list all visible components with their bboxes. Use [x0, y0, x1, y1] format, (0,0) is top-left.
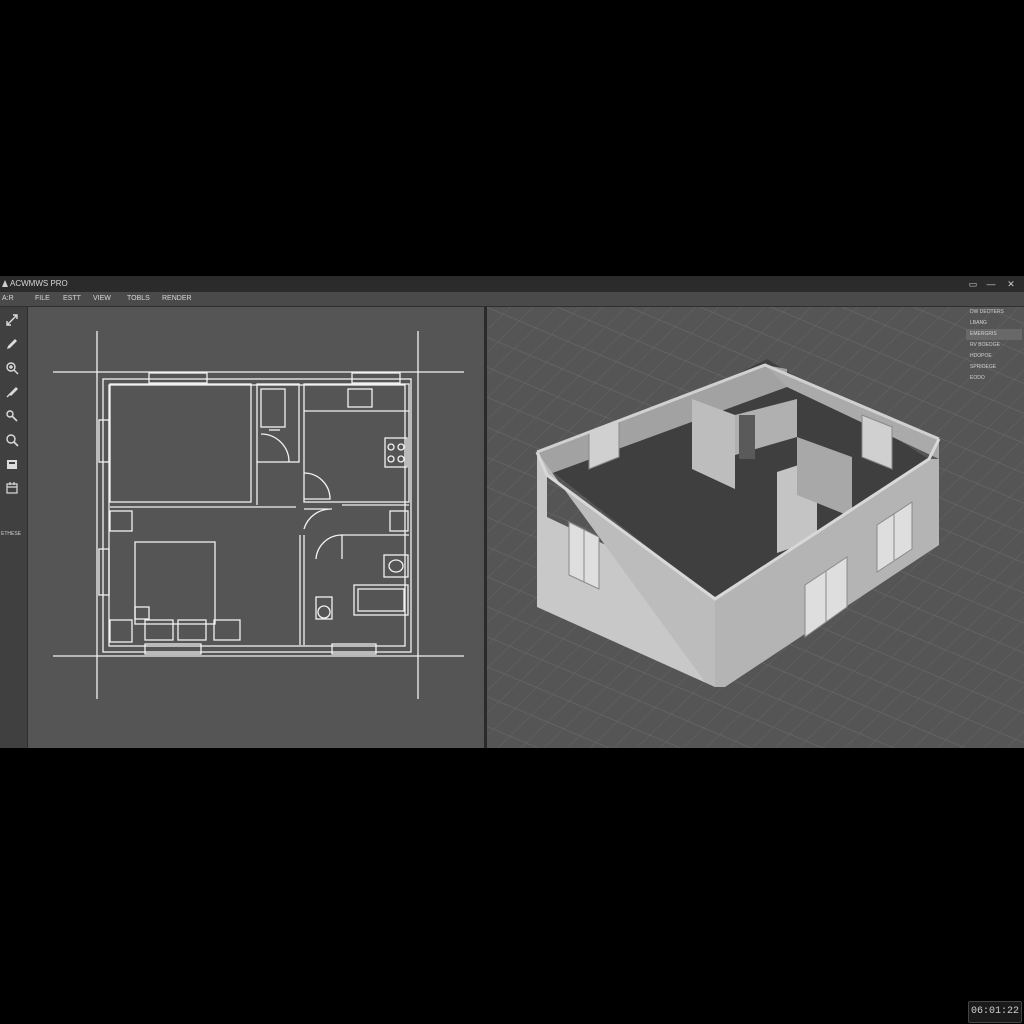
window-left-lower: [98, 548, 110, 596]
door-swing-1: [260, 433, 290, 463]
3d-model-drawing: [487, 307, 1024, 748]
minimize-button[interactable]: —: [983, 276, 999, 292]
properties-item[interactable]: EODO: [966, 373, 1022, 384]
window-top-right: [351, 372, 401, 384]
zoom-icon[interactable]: [4, 360, 20, 376]
window-top-left: [148, 372, 208, 384]
properties-panel: DW DEOTERS LBANG EMERGRIS RV BOEOGE HDOP…: [966, 307, 1022, 384]
tool-strip: ETHESE: [0, 307, 28, 748]
properties-item[interactable]: RV BOEOGE: [966, 340, 1022, 351]
menu-item-ar[interactable]: A:R: [2, 292, 14, 306]
menu-item-edit[interactable]: ESTT: [63, 292, 81, 306]
shower: [260, 388, 286, 428]
floor-plan-drawing: [53, 331, 464, 699]
stove: [384, 437, 408, 468]
menu-item-tools[interactable]: TOBLS: [127, 292, 150, 306]
node-icon[interactable]: [4, 408, 20, 424]
zoom-search-icon[interactable]: [4, 432, 20, 448]
bed: [134, 541, 216, 625]
menu-item-file[interactable]: FILE: [35, 292, 50, 306]
menu-item-render[interactable]: RENDER: [162, 292, 192, 306]
window-left-upper: [98, 419, 110, 463]
room-top-left: [109, 383, 252, 503]
room-kitchen: [303, 383, 410, 503]
room-bath-top: [256, 383, 300, 463]
kitchen-sink: [347, 388, 373, 408]
timecode-badge: 06:01:22: [968, 1001, 1022, 1023]
restore-button[interactable]: ▭: [965, 276, 981, 292]
calendar-icon[interactable]: [4, 480, 20, 496]
close-button[interactable]: ✕: [1003, 276, 1019, 292]
layer-icon[interactable]: [4, 456, 20, 472]
properties-item[interactable]: DW DEOTERS: [966, 307, 1022, 318]
door-swing-2: [303, 472, 331, 500]
transform-icon[interactable]: [4, 312, 20, 328]
cad-application-window: ACWMWS PRO ▭ — ✕ A:R FILE ESTT VIEW TOBL…: [0, 276, 1024, 748]
floor-plan-viewport[interactable]: [28, 307, 484, 748]
properties-item[interactable]: HDOPOE: [966, 351, 1022, 362]
app-title: ACWMWS PRO: [10, 279, 68, 288]
sink-bottom: [315, 596, 333, 620]
nightstand: [109, 510, 133, 532]
brush-icon[interactable]: [4, 384, 20, 400]
app-logo-icon: [2, 280, 8, 287]
properties-item-active[interactable]: EMERGRIS: [966, 329, 1022, 340]
title-bar: ACWMWS PRO ▭ — ✕: [0, 276, 1024, 292]
3d-viewport[interactable]: DW DEOTERS LBANG EMERGRIS RV BOEOGE HDOP…: [487, 307, 1024, 748]
menu-item-view[interactable]: VIEW: [93, 292, 111, 306]
tool-strip-label: ETHESE: [1, 531, 22, 537]
menu-bar: A:R FILE ESTT VIEW TOBLS RENDER: [0, 292, 1024, 307]
properties-item[interactable]: LBANG: [966, 318, 1022, 329]
properties-item[interactable]: SPRIOEGE: [966, 362, 1022, 373]
pencil-icon[interactable]: [4, 336, 20, 352]
